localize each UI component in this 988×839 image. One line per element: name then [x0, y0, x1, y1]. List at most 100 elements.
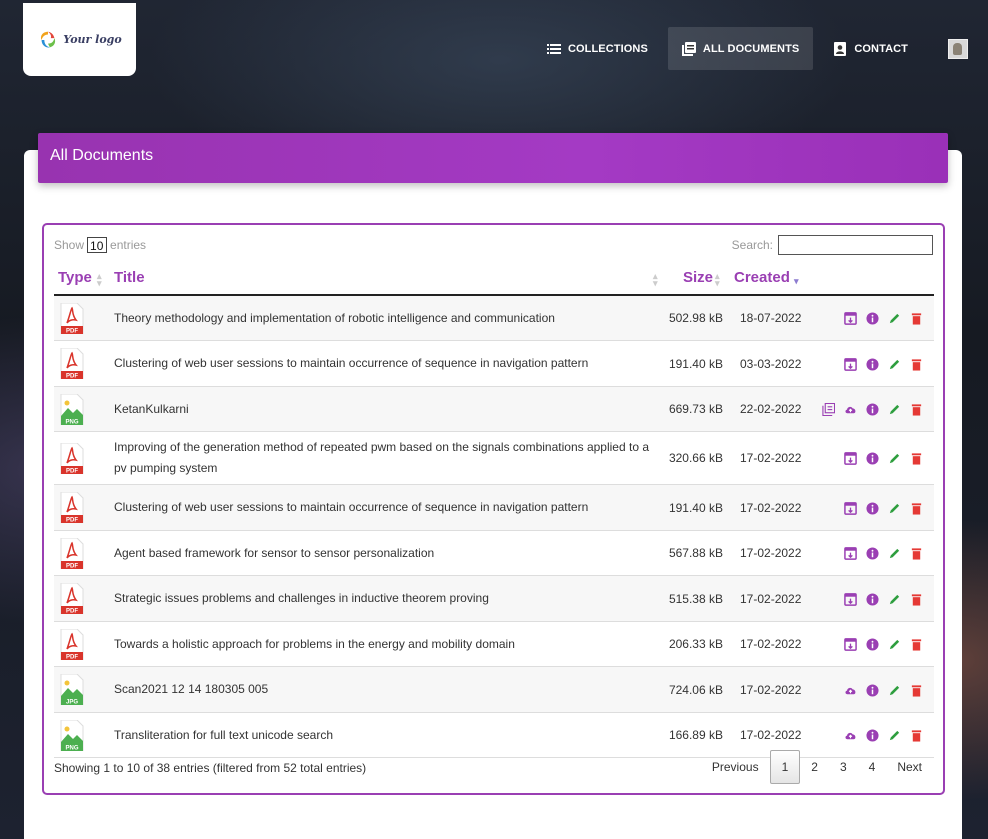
show-label: Show	[54, 238, 85, 252]
next-button[interactable]: Next	[886, 751, 933, 783]
sort-icon: ▴ ▾	[97, 271, 102, 288]
document-title[interactable]: Towards a holistic approach for problems…	[114, 634, 659, 655]
sort-desc-icon: ▾	[794, 276, 799, 286]
pencil-icon[interactable]	[886, 401, 902, 417]
cloud-upload-icon[interactable]	[842, 401, 858, 417]
page-button-4[interactable]: 4	[858, 751, 887, 783]
trash-icon[interactable]	[908, 500, 924, 516]
info-icon[interactable]	[864, 727, 880, 743]
document-title[interactable]: Theory methodology and implementation of…	[114, 308, 659, 329]
trash-icon[interactable]	[908, 356, 924, 372]
trash-icon[interactable]	[908, 682, 924, 698]
info-icon[interactable]	[864, 591, 880, 607]
trash-icon[interactable]	[908, 450, 924, 466]
search-input[interactable]	[778, 235, 933, 255]
documents-table: Show 10 entries Search: Type ▴ ▾ Title ▴ ▾…	[42, 223, 945, 795]
table-row[interactable]: PDF Agent based framework for sensor to …	[54, 531, 934, 576]
page-length-select[interactable]: 10	[87, 237, 108, 253]
document-title[interactable]: Scan2021 12 14 180305 005	[114, 679, 659, 700]
table-row[interactable]: PDF Strategic issues problems and challe…	[54, 576, 934, 622]
table-row[interactable]: PDF Improving of the generation method o…	[54, 432, 934, 485]
table-header: Type ▴ ▾ Title ▴ ▾ Size ▴ ▾ Created ▾	[54, 269, 934, 296]
cloud-upload-icon[interactable]	[842, 682, 858, 698]
nav-contact[interactable]: CONTACT	[819, 27, 922, 70]
avatar[interactable]	[948, 38, 968, 59]
document-title[interactable]: Agent based framework for sensor to sens…	[114, 543, 659, 564]
list-icon	[546, 43, 561, 54]
table-row[interactable]: PDF Towards a holistic approach for prob…	[54, 622, 934, 667]
cloud-upload-icon[interactable]	[842, 727, 858, 743]
info-icon[interactable]	[864, 500, 880, 516]
pencil-icon[interactable]	[886, 450, 902, 466]
archive-icon[interactable]	[842, 636, 858, 652]
document-title[interactable]: Transliteration for full text unicode se…	[114, 725, 659, 746]
nav-collections[interactable]: COLLECTIONS	[533, 27, 662, 70]
column-title[interactable]: Title	[114, 269, 145, 286]
info-icon[interactable]	[864, 401, 880, 417]
table-row[interactable]: JPG Scan2021 12 14 180305 005 724.06 kB 17…	[54, 667, 934, 713]
document-title[interactable]: Strategic issues problems and challenges…	[114, 588, 659, 609]
document-title[interactable]: Clustering of web user sessions to maint…	[114, 497, 659, 518]
column-size[interactable]: Size ▴ ▾	[683, 269, 720, 288]
pencil-icon[interactable]	[886, 545, 902, 561]
svg-text:PNG: PNG	[65, 746, 78, 752]
page-button-2[interactable]: 2	[800, 751, 829, 783]
pencil-icon[interactable]	[886, 356, 902, 372]
pdf-file-icon: PDF	[60, 491, 84, 524]
page-button-3[interactable]: 3	[829, 751, 858, 783]
row-actions	[842, 591, 924, 607]
table-row[interactable]: PDF Theory methodology and implementatio…	[54, 296, 934, 341]
info-icon[interactable]	[864, 682, 880, 698]
page-length-control: Show 10 entries	[54, 237, 146, 253]
column-type[interactable]: Type ▴ ▾	[58, 269, 102, 288]
pencil-icon[interactable]	[886, 682, 902, 698]
archive-icon[interactable]	[842, 545, 858, 561]
previous-button[interactable]: Previous	[701, 751, 770, 783]
info-icon[interactable]	[864, 356, 880, 372]
svg-text:JPG: JPG	[66, 700, 78, 706]
document-size: 320.66 kB	[668, 451, 723, 465]
pencil-icon[interactable]	[886, 500, 902, 516]
archive-icon[interactable]	[842, 356, 858, 372]
column-created[interactable]: Created ▾	[734, 269, 799, 286]
logo-text: Your logo	[63, 33, 122, 46]
page-button-1[interactable]: 1	[769, 750, 801, 784]
document-title[interactable]: Improving of the generation method of re…	[114, 437, 659, 479]
copy-icon[interactable]	[820, 401, 836, 417]
nav-all-documents-label: ALL DOCUMENTS	[702, 42, 800, 55]
pencil-icon[interactable]	[886, 636, 902, 652]
archive-icon[interactable]	[842, 450, 858, 466]
archive-icon[interactable]	[842, 310, 858, 326]
table-row[interactable]: PDF Clustering of web user sessions to m…	[54, 341, 934, 387]
nav-collections-label: COLLECTIONS	[567, 42, 648, 55]
pdf-file-icon: PDF	[60, 537, 84, 570]
document-size: 206.33 kB	[668, 637, 723, 651]
trash-icon[interactable]	[908, 545, 924, 561]
pdf-file-icon: PDF	[60, 347, 84, 380]
pencil-icon[interactable]	[886, 310, 902, 326]
trash-icon[interactable]	[908, 727, 924, 743]
info-icon[interactable]	[864, 310, 880, 326]
logo[interactable]: Your logo	[23, 3, 136, 76]
trash-icon[interactable]	[908, 401, 924, 417]
pencil-icon[interactable]	[886, 727, 902, 743]
document-title[interactable]: Clustering of web user sessions to maint…	[114, 353, 659, 374]
archive-icon[interactable]	[842, 500, 858, 516]
trash-icon[interactable]	[908, 310, 924, 326]
info-icon[interactable]	[864, 545, 880, 561]
table-row[interactable]: PNG KetanKulkarni 669.73 kB 22-02-2022	[54, 387, 934, 432]
document-created-date: 18-07-2022	[740, 311, 802, 325]
row-actions	[842, 636, 924, 652]
documents-icon	[681, 41, 696, 56]
nav-all-documents[interactable]: ALL DOCUMENTS	[667, 27, 814, 70]
pencil-icon[interactable]	[886, 591, 902, 607]
archive-icon[interactable]	[842, 591, 858, 607]
table-row[interactable]: PDF Clustering of web user sessions to m…	[54, 485, 934, 531]
document-title[interactable]: KetanKulkarni	[114, 399, 659, 420]
trash-icon[interactable]	[908, 591, 924, 607]
pdf-file-icon: PDF	[60, 628, 84, 661]
svg-text:PDF: PDF	[66, 374, 78, 380]
trash-icon[interactable]	[908, 636, 924, 652]
info-icon[interactable]	[864, 636, 880, 652]
info-icon[interactable]	[864, 450, 880, 466]
